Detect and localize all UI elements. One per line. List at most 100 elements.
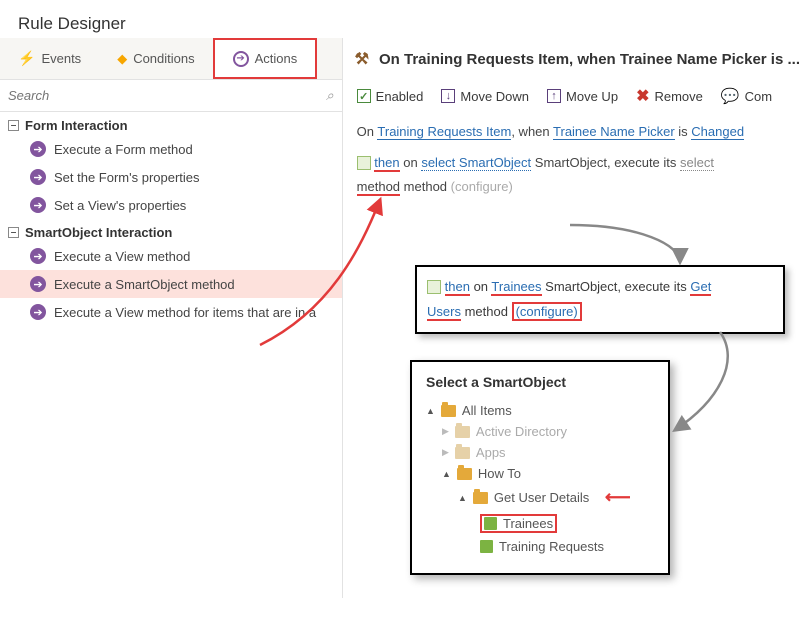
group-smartobject[interactable]: – SmartObject Interaction — [0, 219, 342, 242]
check-icon: ✓ — [357, 89, 371, 103]
caret-right-icon: ▶ — [442, 447, 449, 458]
event-type-link[interactable]: Changed — [691, 124, 744, 140]
caret-down-icon: ▲ — [426, 406, 435, 416]
action-label: Execute a View method — [54, 249, 190, 264]
event-control-link[interactable]: Trainee Name Picker — [553, 124, 675, 140]
users-link[interactable]: Users — [427, 304, 461, 321]
search-input[interactable] — [4, 84, 326, 107]
txt: SmartObject, execute its — [545, 279, 687, 294]
select-method-link[interactable]: select — [680, 155, 714, 171]
page-title: Rule Designer — [0, 0, 800, 38]
tab-conditions-label: Conditions — [133, 51, 194, 66]
collapse-icon[interactable]: – — [8, 227, 19, 238]
tree-label: Get User Details — [494, 490, 589, 505]
smartobject-icon — [480, 540, 493, 553]
folder-icon — [455, 426, 470, 438]
folder-icon — [473, 492, 488, 504]
search-icon[interactable]: ⌕ — [326, 87, 334, 104]
tree-trainees[interactable]: Trainees — [426, 511, 654, 536]
tree-label: Trainees — [503, 516, 553, 531]
rule-body: On Training Requests Item, when Trainee … — [351, 116, 800, 200]
smartobject-icon — [357, 156, 371, 170]
rule-title: On Training Requests Item, when Trainee … — [379, 51, 800, 68]
move-down-label: Move Down — [460, 89, 529, 104]
caret-down-icon: ▲ — [442, 469, 451, 479]
remove-icon: ✖ — [636, 86, 649, 106]
txt: On — [357, 124, 374, 139]
action-icon: ➔ — [30, 197, 46, 213]
move-up-button[interactable]: ↑ Move Up — [547, 89, 618, 104]
tree-label: How To — [478, 466, 521, 481]
comments-button[interactable]: 💬 Com — [721, 87, 772, 105]
txt: , when — [511, 124, 549, 139]
rule-action-line-2: method method (configure) — [357, 175, 800, 200]
configure-link[interactable]: (configure) — [512, 302, 582, 321]
move-down-button[interactable]: ↓ Move Down — [441, 89, 529, 104]
caret-right-icon: ▶ — [442, 426, 449, 437]
collapse-icon[interactable]: – — [8, 120, 19, 131]
action-icon: ➔ — [30, 304, 46, 320]
then-link[interactable]: then — [445, 279, 470, 296]
enabled-toggle[interactable]: ✓ Enabled — [357, 89, 424, 104]
tree-label: Training Requests — [499, 539, 604, 554]
move-down-icon: ↓ — [441, 89, 455, 103]
tab-conditions[interactable]: ◆ Conditions — [99, 38, 212, 79]
action-label: Set the Form's properties — [54, 170, 200, 185]
then-link[interactable]: then — [374, 155, 399, 172]
folder-icon — [457, 468, 472, 480]
tab-events[interactable]: ⚡ Events — [0, 38, 99, 79]
action-label: Execute a SmartObject method — [54, 277, 235, 292]
rule-toolbar: ✓ Enabled ↓ Move Down ↑ Move Up ✖ Remove… — [351, 80, 800, 116]
action-execute-form-method[interactable]: ➔ Execute a Form method — [0, 135, 342, 163]
get-link[interactable]: Get — [690, 279, 711, 296]
smartobject-icon — [427, 280, 441, 294]
diamond-icon: ◆ — [117, 51, 127, 67]
enabled-label: Enabled — [376, 89, 424, 104]
tree-label: Apps — [476, 445, 506, 460]
configure-link[interactable]: (configure) — [451, 179, 513, 194]
event-item-link[interactable]: Training Requests Item — [377, 124, 511, 140]
action-label: Set a View's properties — [54, 198, 186, 213]
select-smartobject-link[interactable]: select SmartObject — [421, 155, 531, 171]
action-execute-view-method-items[interactable]: ➔ Execute a View method for items that a… — [0, 298, 342, 326]
tree-how-to[interactable]: ▲ How To — [426, 463, 654, 484]
tree-label: All Items — [462, 403, 512, 418]
action-set-view-properties[interactable]: ➔ Set a View's properties — [0, 191, 342, 219]
txt: on — [474, 279, 488, 294]
gavel-icon: ⚒ — [355, 49, 369, 69]
txt: method — [465, 304, 508, 319]
remove-button[interactable]: ✖ Remove — [636, 86, 703, 106]
tree-training-requests[interactable]: Training Requests — [426, 536, 654, 557]
action-execute-view-method[interactable]: ➔ Execute a View method — [0, 242, 342, 270]
comment-icon: 💬 — [721, 87, 740, 105]
action-label: Execute a View method for items that are… — [54, 305, 316, 320]
action-set-form-properties[interactable]: ➔ Set the Form's properties — [0, 163, 342, 191]
folder-icon — [455, 447, 470, 459]
txt: on — [403, 155, 417, 170]
tab-actions-label: Actions — [255, 51, 298, 66]
action-label: Execute a Form method — [54, 142, 193, 157]
txt: SmartObject, execute its — [535, 155, 677, 170]
action-icon: ➔ — [30, 141, 46, 157]
rule-title-row: ⚒ On Training Requests Item, when Traine… — [351, 38, 800, 80]
smartobject-icon — [484, 517, 497, 530]
group-form[interactable]: – Form Interaction — [0, 112, 342, 135]
trainees-link[interactable]: Trainees — [491, 279, 541, 296]
tab-actions[interactable]: ➔ Actions — [213, 38, 318, 79]
group-smartobject-title: SmartObject Interaction — [25, 225, 172, 240]
tree-active-directory[interactable]: ▶ Active Directory — [426, 421, 654, 442]
arrow-circle-icon: ➔ — [233, 51, 249, 67]
annotation-arrow-icon: ⟵ — [605, 487, 631, 508]
move-up-label: Move Up — [566, 89, 618, 104]
action-icon: ➔ — [30, 169, 46, 185]
left-pane: ⚡ Events ◆ Conditions ➔ Actions ⌕ – Form… — [0, 38, 343, 598]
tree-all-items[interactable]: ▲ All Items — [426, 400, 654, 421]
tree-get-user-details[interactable]: ▲ Get User Details ⟵ — [426, 484, 654, 511]
action-icon: ➔ — [30, 276, 46, 292]
rule-action-line: then on select SmartObject SmartObject, … — [357, 151, 800, 176]
action-execute-smartobject-method[interactable]: ➔ Execute a SmartObject method — [0, 270, 342, 298]
tree-apps[interactable]: ▶ Apps — [426, 442, 654, 463]
rule-event-line: On Training Requests Item, when Trainee … — [357, 120, 800, 145]
group-form-title: Form Interaction — [25, 118, 128, 133]
txt: is — [678, 124, 687, 139]
